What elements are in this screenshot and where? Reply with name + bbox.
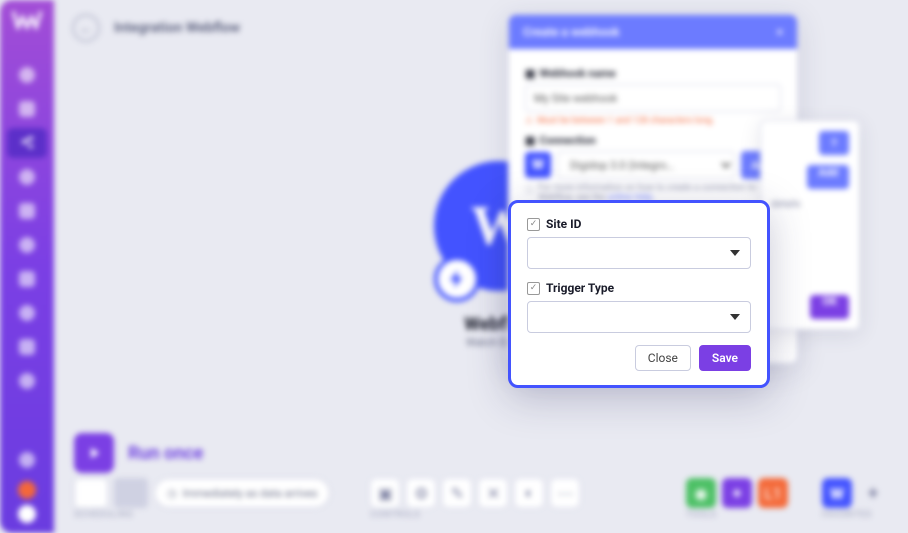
controls-label: CONTROLS bbox=[370, 510, 420, 520]
trigger-type-select[interactable] bbox=[527, 301, 751, 333]
trigger-type-label: Trigger Type bbox=[546, 281, 614, 295]
chevron-down-icon bbox=[730, 250, 740, 256]
site-id-label: Site ID bbox=[546, 217, 581, 231]
trigger-type-checkbox[interactable] bbox=[527, 282, 540, 295]
control-explain[interactable]: ◐ bbox=[514, 478, 544, 508]
webhook-fields-panel: Site ID Trigger Type Close Save bbox=[508, 200, 770, 388]
connection-select[interactable]: Digidop 3.0 (Integro… bbox=[557, 151, 735, 179]
play-icon bbox=[85, 444, 103, 462]
close-icon[interactable]: × bbox=[777, 25, 783, 39]
webflow-badge-icon: W bbox=[525, 152, 551, 178]
lightning-icon bbox=[446, 268, 468, 290]
nav-item-10[interactable] bbox=[7, 366, 47, 396]
nav-item-5[interactable] bbox=[7, 196, 47, 226]
scheduling-pill[interactable]: ◷ Immediately as data arrives bbox=[154, 478, 330, 508]
nav-item-7[interactable] bbox=[7, 264, 47, 294]
aux-add-button[interactable]: Add bbox=[807, 165, 849, 189]
nav-help[interactable] bbox=[18, 481, 36, 499]
close-button[interactable]: Close bbox=[635, 345, 691, 371]
help-button[interactable]: ? bbox=[819, 131, 849, 155]
nav-item-8[interactable] bbox=[7, 298, 47, 328]
app-sidebar bbox=[0, 0, 54, 533]
tool-3[interactable]: L1 bbox=[758, 478, 788, 508]
nav-item-9[interactable] bbox=[7, 332, 47, 362]
control-more[interactable]: ⋯ bbox=[550, 478, 580, 508]
favorites-label: FAVORITES bbox=[822, 510, 872, 520]
breadcrumb: Integration Webflow bbox=[114, 20, 240, 36]
save-button[interactable]: Save bbox=[699, 345, 751, 371]
run-once-label: Run once bbox=[128, 443, 203, 464]
connection-label: Connection bbox=[539, 134, 595, 147]
control-settings[interactable]: ⚙ bbox=[406, 478, 436, 508]
dialog-title: Create a webhook bbox=[523, 25, 620, 39]
control-notes[interactable]: ✎ bbox=[442, 478, 472, 508]
nav-item-2[interactable] bbox=[7, 94, 47, 124]
aux-ok-button[interactable]: OK bbox=[810, 295, 849, 319]
nav-avatar[interactable] bbox=[18, 505, 36, 523]
scheduling-toggle-on[interactable] bbox=[114, 478, 148, 508]
run-once-button[interactable] bbox=[74, 433, 114, 473]
webhook-name-label: Webhook name bbox=[539, 67, 615, 80]
aux-text: details bbox=[771, 199, 849, 210]
share-icon bbox=[19, 135, 35, 151]
back-button[interactable]: ← bbox=[72, 14, 100, 42]
nav-item-active[interactable] bbox=[7, 128, 47, 158]
aux-panel: ? Add details OK bbox=[760, 120, 860, 330]
scheduling-label: SCHEDULING bbox=[74, 510, 133, 520]
nav-item-4[interactable] bbox=[7, 162, 47, 192]
nav-item-6[interactable] bbox=[7, 230, 47, 260]
nav-notifications[interactable] bbox=[7, 445, 47, 475]
tool-1[interactable]: ◉ bbox=[686, 478, 716, 508]
site-id-select[interactable] bbox=[527, 237, 751, 269]
app-logo bbox=[0, 0, 54, 40]
webhook-name-help: Must be between 1 and 128 characters lon… bbox=[537, 116, 714, 126]
webhook-name-input[interactable] bbox=[525, 84, 781, 112]
favorite-add[interactable]: + bbox=[858, 478, 888, 508]
scheduling-text: Immediately as data arrives bbox=[183, 487, 318, 500]
scheduling-toggle-off[interactable] bbox=[74, 478, 108, 508]
nav-item-1[interactable] bbox=[7, 60, 47, 90]
control-save[interactable]: ▣ bbox=[370, 478, 400, 508]
site-id-checkbox[interactable] bbox=[527, 218, 540, 231]
clock-icon: ◷ bbox=[167, 487, 177, 500]
control-auto-align[interactable]: ✕ bbox=[478, 478, 508, 508]
chevron-down-icon bbox=[730, 314, 740, 320]
tool-2[interactable]: ✦ bbox=[722, 478, 752, 508]
tools-label: TOOLS bbox=[686, 510, 716, 520]
trigger-badge bbox=[434, 256, 480, 302]
favorite-webflow[interactable]: W bbox=[822, 478, 852, 508]
arrow-left-icon: ← bbox=[79, 20, 93, 37]
